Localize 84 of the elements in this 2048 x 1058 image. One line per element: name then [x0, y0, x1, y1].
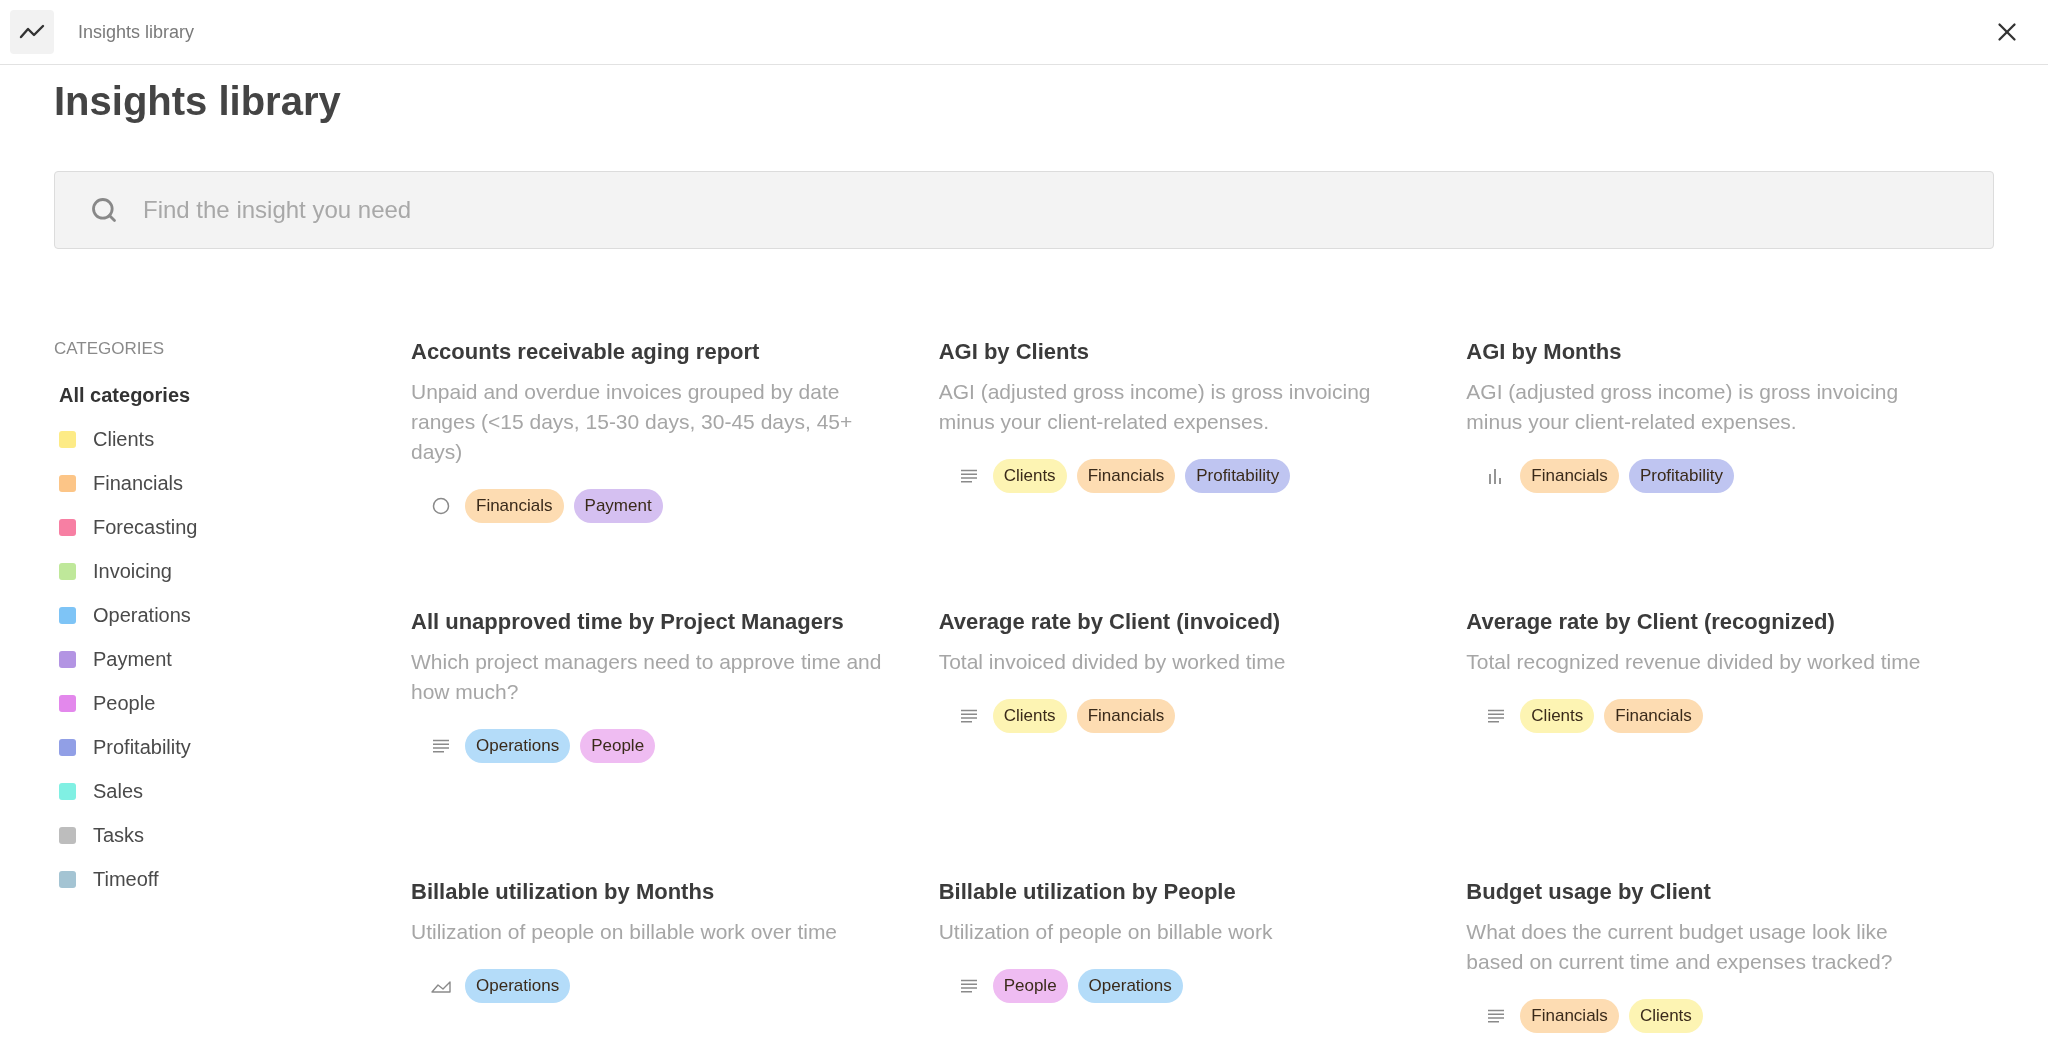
insight-card[interactable]: Accounts receivable aging report Unpaid and overdue invoices grouped by date ranges (<15 days, 15-30 days, 30-45 days, 45+ days) Financials Payment [411, 337, 939, 537]
category-label: Invoicing [93, 559, 172, 584]
lines-icon [959, 709, 978, 723]
insight-description: Total invoiced divided by worked time [938, 649, 1287, 675]
insight-card[interactable]: Average rate by Client (invoiced) Total invoiced divided by worked time Clients Financials [938, 607, 1467, 807]
category-tag: People [992, 969, 1068, 1003]
area-chart-icon [431, 979, 451, 993]
category-item[interactable]: All categories [54, 373, 411, 417]
category-item[interactable]: Tasks [54, 813, 411, 857]
category-tag: People [580, 729, 656, 763]
topbar-title: Insights library [78, 20, 195, 44]
category-tag: Payment [573, 489, 663, 523]
category-tag: Financials [1520, 459, 1619, 493]
category-tag: Financials [1520, 999, 1619, 1033]
category-tag: Profitability [1628, 459, 1734, 493]
insight-title: Billable utilization by People [938, 878, 1237, 906]
search-field[interactable]: Find the insight you need [54, 171, 1994, 249]
category-item[interactable]: Timeoff [54, 857, 411, 901]
insight-card[interactable]: Billable utilization by Months Utilization of people on billable work over time Operations [411, 877, 939, 1058]
insight-card[interactable]: Billable utilization by People Utilization of people on billable work People Operations [938, 877, 1467, 1058]
page-heading: Insights library [54, 78, 342, 125]
category-tag: Clients [1628, 999, 1703, 1033]
category-item[interactable]: Clients [54, 417, 411, 461]
insight-description: AGI (adjusted gross income) is gross invoicing minus your client-related expenses. [938, 379, 1372, 435]
insight-title: All unapproved time by Project Managers [411, 608, 845, 636]
lines-icon [1487, 709, 1506, 723]
category-label: Operations [93, 603, 191, 628]
category-tag: Clients [1520, 699, 1595, 733]
lines-icon [1487, 1009, 1506, 1023]
category-tag: Profitability [1185, 459, 1291, 493]
insight-card[interactable]: AGI by Months AGI (adjusted gross income) is gross invoicing minus your client-related expenses. Financials Profitability [1466, 337, 1994, 537]
insight-title: Average rate by Client (recognized) [1466, 608, 1836, 636]
insight-title: AGI by Clients [938, 338, 1090, 366]
category-item[interactable]: Financials [54, 461, 411, 505]
category-label: Timeoff [93, 867, 159, 892]
category-tag: Financials [1076, 459, 1176, 493]
category-tag: Operations [465, 969, 571, 1003]
insight-title: Average rate by Client (invoiced) [938, 608, 1282, 636]
insight-description: Unpaid and overdue invoices grouped by date ranges (<15 days, 15-30 days, 30-45 days, 45+ days) [411, 379, 854, 465]
category-tag: Clients [992, 699, 1067, 733]
insight-title: Accounts receivable aging report [411, 338, 761, 366]
lines-icon [959, 979, 978, 993]
insight-description: Total recognized revenue divided by worked time [1466, 649, 1922, 675]
category-tag: Financials [1604, 699, 1703, 733]
insight-card[interactable]: Average rate by Client (recognized) Total recognized revenue divided by worked time Clients Financials [1466, 607, 1994, 807]
category-label: Sales [93, 779, 144, 804]
insight-card[interactable]: Budget usage by Client What does the current budget usage look like based on current time and expenses tracked? Financials Clients [1466, 877, 1994, 1058]
category-label: Clients [93, 427, 155, 452]
category-item[interactable]: Forecasting [54, 505, 411, 549]
category-label: All categories [59, 383, 191, 408]
category-tag: Financials [465, 489, 564, 523]
category-item[interactable]: Profitability [54, 725, 411, 769]
category-label: People [93, 691, 156, 716]
search-icon [90, 196, 118, 224]
insight-title: AGI by Months [1466, 338, 1623, 366]
category-item[interactable]: Payment [54, 637, 411, 681]
category-tag: Operations [1077, 969, 1183, 1003]
lines-icon [432, 739, 450, 753]
insight-description: What does the current budget usage look like based on current time and expenses tracked? [1466, 919, 1894, 975]
category-tag: Financials [1076, 699, 1176, 733]
category-item[interactable]: Operations [54, 593, 411, 637]
logo-tile[interactable] [10, 10, 54, 54]
category-label: Forecasting [93, 515, 198, 540]
category-tag: Clients [992, 459, 1067, 493]
category-label: Tasks [93, 823, 145, 848]
insight-description: Utilization of people on billable work over time [411, 919, 839, 945]
insight-description: AGI (adjusted gross income) is gross invoicing minus your client-related expenses. [1466, 379, 1900, 435]
category-label: Payment [93, 647, 172, 672]
sidebar-heading: CATEGORIES [54, 338, 166, 360]
category-tag: Operations [465, 729, 571, 763]
category-label: Profitability [93, 735, 191, 760]
category-label: Financials [93, 471, 184, 496]
insight-card[interactable]: AGI by Clients AGI (adjusted gross income) is gross invoicing minus your client-related expenses. Clients Financials Profitability [938, 337, 1467, 537]
insight-title: Billable utilization by Months [411, 878, 716, 906]
insight-title: Budget usage by Client [1466, 878, 1712, 906]
insight-description: Which project managers need to approve time and how much? [411, 649, 883, 705]
category-item[interactable]: Invoicing [54, 549, 411, 593]
trend-line-icon [19, 24, 45, 40]
circle-icon [432, 497, 450, 515]
insight-description: Utilization of people on billable work [938, 919, 1274, 945]
lines-icon [959, 469, 978, 483]
category-item[interactable]: People [54, 681, 411, 725]
category-item[interactable]: Sales [54, 769, 411, 813]
insight-card[interactable]: All unapproved time by Project Managers Which project managers need to approve time and how much? Operations People [411, 607, 939, 807]
